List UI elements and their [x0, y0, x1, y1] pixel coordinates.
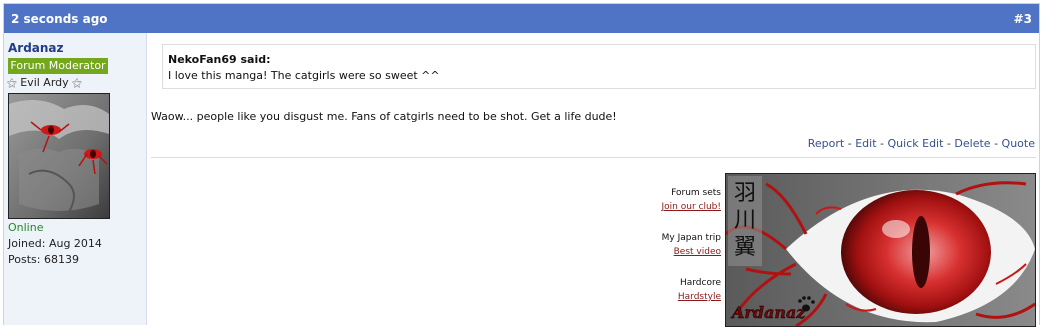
post-actions: Report - Edit - Quick Edit - Delete - Qu…: [808, 137, 1035, 150]
forum-post: 2 seconds ago #3 Ardanaz Forum Moderator…: [3, 3, 1040, 327]
banner-kanji-1: 羽: [734, 181, 756, 206]
sig-label-japan-trip: My Japan trip: [661, 233, 721, 243]
signature-divider: [151, 157, 1036, 158]
banner-kanji-2: 川: [734, 208, 756, 233]
user-avatar[interactable]: [8, 93, 110, 219]
ornament-icon: ⚝: [72, 78, 82, 89]
quote-author: NekoFan69 said:: [168, 53, 271, 66]
action-separator: -: [994, 137, 999, 150]
sig-label-hardcore: Hardcore: [679, 278, 721, 288]
quote-block: NekoFan69 said: I love this manga! The c…: [162, 44, 1036, 89]
quote-link[interactable]: Quote: [1002, 137, 1035, 150]
sig-link-best-video[interactable]: Best video: [662, 245, 721, 259]
signature-links: Forum sets Join our club! My Japan trip …: [662, 186, 721, 321]
post-header: 2 seconds ago #3: [4, 4, 1039, 33]
user-title: ⚝ Evil Ardy ⚝: [7, 76, 82, 89]
username-link[interactable]: Ardanaz: [8, 41, 64, 55]
post-timestamp: 2 seconds ago: [11, 12, 108, 26]
action-separator: -: [847, 137, 852, 150]
action-separator: -: [946, 137, 951, 150]
sig-link-hardstyle[interactable]: Hardstyle: [662, 290, 721, 304]
avatar-image: [9, 94, 109, 218]
rank-badge: Forum Moderator: [8, 58, 108, 74]
sig-label-forum-sets: Forum sets: [671, 188, 721, 198]
user-title-text: Evil Ardy: [20, 76, 69, 89]
quick-edit-link[interactable]: Quick Edit: [888, 137, 944, 150]
join-date: Joined: Aug 2014: [8, 237, 102, 250]
sig-link-join-club[interactable]: Join our club!: [662, 200, 721, 214]
quote-text: I love this manga! The catgirls were so …: [168, 69, 440, 82]
online-status: Online: [8, 221, 44, 234]
banner-kanji-3: 翼: [734, 235, 756, 260]
post-permalink-number[interactable]: #3: [1014, 12, 1032, 26]
delete-link[interactable]: Delete: [954, 137, 990, 150]
post-count: Posts: 68139: [8, 253, 79, 266]
banner-image: 羽 川 翼 Ardanaz: [726, 174, 1035, 326]
banner-signature: Ardanaz: [730, 303, 806, 322]
action-separator: -: [880, 137, 885, 150]
report-link[interactable]: Report: [808, 137, 844, 150]
post-message: Waow... people like you disgust me. Fans…: [151, 110, 617, 123]
signature-banner: 羽 川 翼 Ardanaz: [725, 173, 1036, 327]
ornament-icon: ⚝: [7, 78, 17, 89]
edit-link[interactable]: Edit: [855, 137, 876, 150]
post-content: NekoFan69 said: I love this manga! The c…: [147, 33, 1039, 327]
user-sidebar: Ardanaz Forum Moderator ⚝ Evil Ardy ⚝ On…: [4, 33, 147, 325]
